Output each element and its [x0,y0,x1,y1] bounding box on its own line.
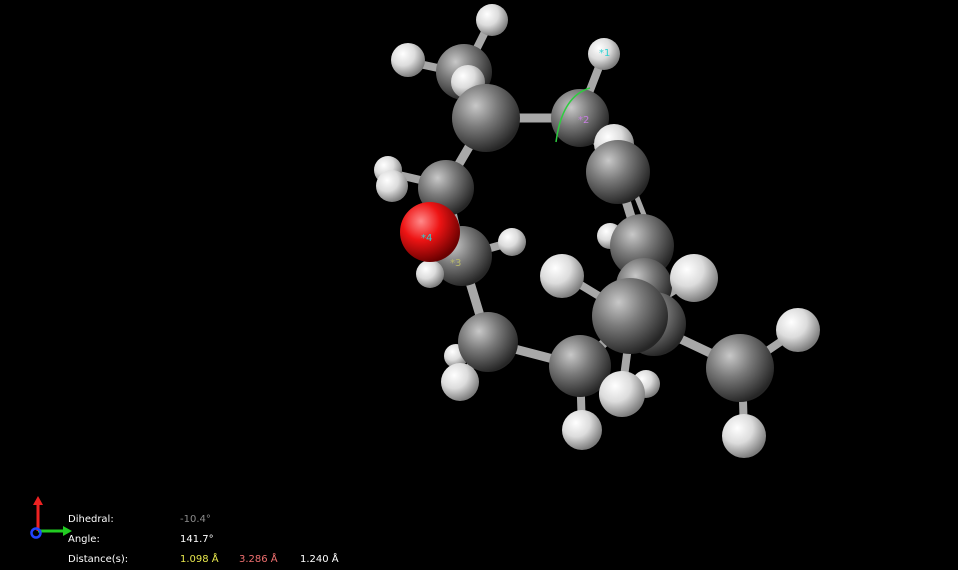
hydrogen-atom[interactable] [376,170,408,202]
oxygen-atom[interactable] [400,202,460,262]
y-axis-arrowhead [33,496,43,505]
carbon-atom[interactable] [458,312,518,372]
hydrogen-atom[interactable] [498,228,526,256]
hydrogen-atom[interactable] [416,260,444,288]
atom-label-4: *4 [421,233,433,244]
carbon-atom[interactable] [452,84,520,152]
carbon-atom[interactable] [706,334,774,402]
carbon-atom[interactable] [592,278,668,354]
carbon-atom[interactable] [586,140,650,204]
hydrogen-atom[interactable] [540,254,584,298]
hydrogen-atom[interactable] [722,414,766,458]
molecule-scene[interactable] [0,0,958,570]
hydrogen-atom[interactable] [670,254,718,302]
hydrogen-atom[interactable] [776,308,820,352]
hydrogen-atom[interactable] [599,371,645,417]
hydrogen-atom[interactable] [391,43,425,77]
molecule-viewport[interactable]: *1 *2 *3 *4 Dihedral: -10.4° Angle: 141.… [0,0,958,570]
atom-label-2: *2 [578,115,590,126]
hydrogen-atom[interactable] [476,4,508,36]
hydrogen-atom[interactable] [562,410,602,450]
atom-label-1: *1 [599,48,611,59]
axes-triad [30,496,72,539]
x-axis-arrowhead [63,526,72,536]
hydrogen-atom[interactable] [441,363,479,401]
z-axis-marker [30,527,42,539]
atom-label-3: *3 [450,258,462,269]
